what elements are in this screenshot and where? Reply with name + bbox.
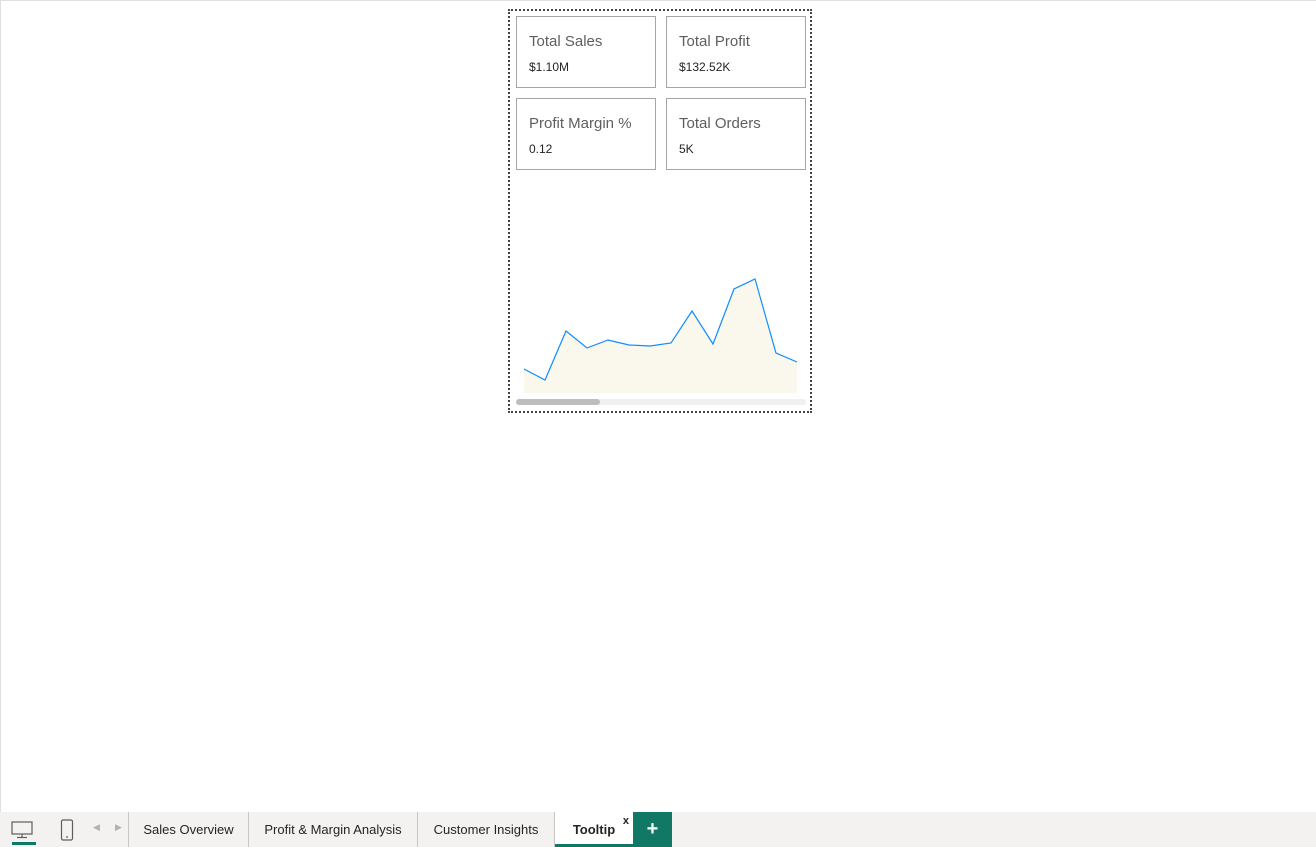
mobile-icon [60,818,74,841]
desktop-view-button[interactable] [2,812,42,847]
horizontal-scrollbar[interactable] [516,399,806,405]
area-fill [524,279,797,393]
tab-customer-insights[interactable]: Customer Insights [418,812,554,847]
page-tab-bar: ◀ ▶ Sales Overview Profit & Margin Analy… [0,812,1316,847]
scrollbar-thumb[interactable] [516,399,600,405]
tab-sales-overview[interactable]: Sales Overview [129,812,248,847]
desktop-icon [11,820,33,838]
add-page-button[interactable]: + [633,812,672,847]
close-tab-icon[interactable]: x [623,815,629,827]
tab-profit-margin-analysis[interactable]: Profit & Margin Analysis [249,812,417,847]
tab-label: Tooltip [572,822,616,837]
previous-page-arrow-icon[interactable]: ◀ [93,822,100,833]
tooltip-page-frame[interactable]: Total Sales $1.10M Total Profit $132.52K… [508,9,812,413]
mobile-view-button[interactable] [47,812,87,847]
report-canvas: Total Sales $1.10M Total Profit $132.52K… [0,0,1316,812]
next-page-arrow-icon[interactable]: ▶ [115,822,122,833]
tab-tooltip[interactable]: Tooltip x [555,812,633,847]
sales-trend-area-chart[interactable] [510,11,810,411]
